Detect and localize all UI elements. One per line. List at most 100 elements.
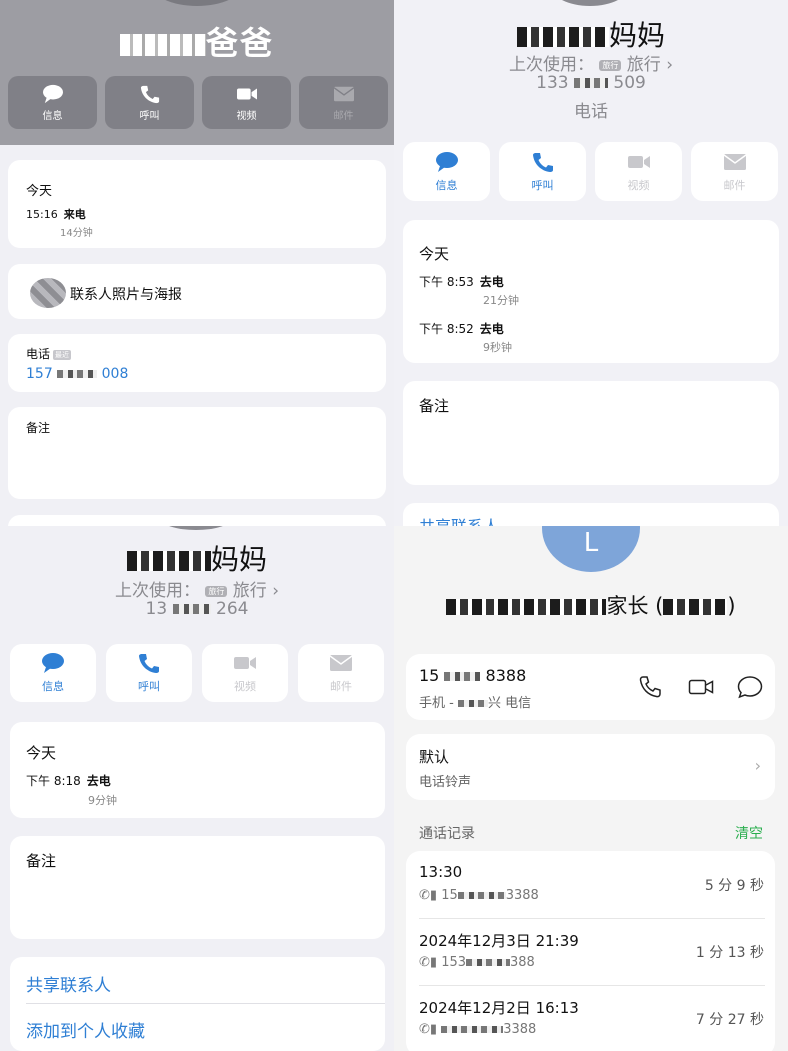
last-used-row[interactable]: 上次使用： 旅行 旅行 › bbox=[0, 576, 394, 601]
phone-carrier: 手机 - 兴 电信 bbox=[419, 692, 531, 711]
next-card bbox=[8, 515, 386, 526]
mail-label: 邮件 bbox=[330, 680, 352, 693]
phone-label: 电话 最近 bbox=[26, 345, 72, 362]
redacted-text bbox=[119, 34, 206, 56]
phone-suffix: 8388 bbox=[485, 666, 527, 685]
chevron-right-icon: › bbox=[754, 756, 761, 775]
mail-button[interactable]: 邮件 bbox=[299, 76, 388, 129]
video-icon[interactable] bbox=[688, 675, 714, 699]
redacted-text bbox=[457, 699, 488, 708]
video-button[interactable]: 视频 bbox=[202, 76, 291, 129]
redacted-text bbox=[57, 369, 98, 379]
message-icon bbox=[42, 653, 64, 673]
contact-name-text: 家长 ( bbox=[606, 594, 664, 618]
phone-number: 13 264 bbox=[0, 599, 394, 619]
log-time: 2024年12月2日 16:13 bbox=[419, 999, 579, 1017]
chevron-right-icon: › bbox=[666, 55, 674, 75]
call-button[interactable]: 呼叫 bbox=[105, 76, 194, 129]
recent-tag: 最近 bbox=[53, 349, 72, 360]
contact-name: 家长 () bbox=[394, 590, 788, 620]
video-label: 视频 bbox=[236, 110, 257, 122]
phone-suffix: 008 bbox=[101, 366, 129, 382]
video-label: 视频 bbox=[627, 178, 650, 192]
log-time: 13:30 bbox=[419, 863, 463, 881]
last-used-label: 上次使用： bbox=[114, 581, 200, 601]
mail-button[interactable]: 邮件 bbox=[691, 142, 778, 201]
contact-photo-poster-row[interactable]: 联系人照片与海报 bbox=[8, 264, 386, 319]
add-to-favorites-link[interactable]: 添加到个人收藏 bbox=[26, 1017, 145, 1042]
number-prefix: 153 bbox=[441, 955, 467, 970]
last-used-tag: 旅行 bbox=[205, 585, 228, 597]
list-item[interactable]: 13:30 ✆▮ 15 3388 5 分 9 秒 bbox=[419, 851, 764, 917]
last-used-row[interactable]: 上次使用： 旅行 旅行 › bbox=[394, 50, 788, 75]
call-log-card: 13:30 ✆▮ 15 3388 5 分 9 秒 2024年12月3日 21:39… bbox=[406, 851, 775, 1051]
notes-card[interactable]: 备注 bbox=[8, 407, 386, 499]
call-time: 下午 8:53 bbox=[419, 275, 474, 289]
video-button[interactable]: 视频 bbox=[595, 142, 682, 201]
mail-button[interactable]: 邮件 bbox=[298, 644, 384, 702]
video-label: 视频 bbox=[234, 680, 256, 693]
recent-title: 今天 bbox=[26, 184, 53, 199]
phone-card[interactable]: 15 8388 手机 - 兴 电信 bbox=[406, 654, 775, 720]
phone-icon[interactable] bbox=[638, 675, 662, 699]
call-row: 下午 8:52 去电 bbox=[419, 320, 504, 337]
notes-card[interactable]: 备注 bbox=[403, 381, 779, 485]
message-icon bbox=[42, 84, 63, 103]
ringtone-row[interactable]: 默认 电话铃声 › bbox=[406, 734, 775, 800]
recent-calls-card[interactable]: 今天 下午 8:18 去电 9分钟 bbox=[10, 722, 385, 818]
sim-icon: ✆▮ bbox=[419, 1022, 438, 1037]
call-label: 呼叫 bbox=[139, 110, 160, 122]
call-type: 去电 bbox=[479, 322, 504, 336]
phone-prefix: 13 bbox=[145, 599, 168, 619]
call-time: 15:16 bbox=[26, 208, 58, 221]
message-button[interactable]: 信息 bbox=[8, 76, 97, 129]
number-prefix: 15 bbox=[441, 888, 458, 903]
clear-log-button[interactable]: 清空 bbox=[735, 823, 763, 843]
log-duration: 1 分 13 秒 bbox=[695, 945, 764, 961]
message-label: 信息 bbox=[42, 680, 64, 693]
notes-card[interactable]: 备注 bbox=[10, 836, 385, 939]
last-used-label: 上次使用： bbox=[508, 55, 594, 75]
contact-panel-mom-1: 妈妈 上次使用： 旅行 旅行 › 133 509 电话 信息 呼叫 视频 邮件 … bbox=[394, 0, 788, 526]
contact-name: 妈妈 bbox=[394, 14, 788, 54]
call-row: 下午 8:53 去电 bbox=[419, 273, 504, 290]
message-icon bbox=[435, 151, 458, 172]
phone-type: 手机 - bbox=[419, 696, 458, 711]
links-card: 共享联系人 添加到个人收藏 bbox=[10, 957, 385, 1051]
message-label: 信息 bbox=[435, 178, 458, 192]
message-button[interactable]: 信息 bbox=[10, 644, 96, 702]
call-label: 呼叫 bbox=[531, 178, 554, 192]
message-icon[interactable] bbox=[737, 675, 763, 699]
last-used-value: 旅行 bbox=[232, 581, 267, 601]
video-button[interactable]: 视频 bbox=[202, 644, 288, 702]
sim-icon: ✆▮ bbox=[419, 955, 438, 970]
divider bbox=[26, 1003, 385, 1004]
list-item[interactable]: 2024年12月2日 16:13 ✆▮ 3388 7 分 27 秒 bbox=[419, 985, 764, 1051]
recent-calls-card[interactable]: 今天 15:16 来电 14分钟 bbox=[8, 160, 386, 248]
action-bar: 信息 呼叫 视频 邮件 bbox=[10, 644, 384, 702]
list-item[interactable]: 2024年12月3日 21:39 ✆▮ 153 388 1 分 13 秒 bbox=[419, 918, 764, 984]
number-suffix: 3388 bbox=[503, 1022, 537, 1037]
share-contact-link[interactable]: 共享联系人 bbox=[26, 971, 111, 996]
call-duration: 9分钟 bbox=[88, 794, 117, 807]
message-button[interactable]: 信息 bbox=[403, 142, 490, 201]
redacted-text bbox=[441, 1025, 504, 1034]
mail-icon bbox=[333, 86, 354, 101]
recent-calls-card[interactable]: 今天 下午 8:53 去电 21分钟 下午 8:52 去电 9秒钟 bbox=[403, 220, 779, 363]
ringtone-subtitle: 电话铃声 bbox=[419, 775, 472, 790]
avatar bbox=[550, 0, 630, 6]
share-card[interactable]: 共享联系人 bbox=[403, 503, 779, 526]
call-button[interactable]: 呼叫 bbox=[106, 644, 192, 702]
phone-prefix: 133 bbox=[536, 73, 569, 93]
share-contact-link[interactable]: 共享联系人 bbox=[419, 513, 499, 526]
action-bar: 信息 呼叫 视频 邮件 bbox=[8, 76, 388, 129]
call-type: 去电 bbox=[479, 275, 504, 289]
video-icon bbox=[234, 657, 256, 669]
redacted-text bbox=[444, 671, 481, 682]
phone-number[interactable]: 157 008 bbox=[26, 366, 128, 382]
phone-number[interactable]: 15 8388 bbox=[419, 666, 526, 685]
phone-icon bbox=[532, 152, 553, 172]
phone-card[interactable]: 电话 最近 157 008 bbox=[8, 334, 386, 392]
phone-number: 133 509 bbox=[394, 73, 788, 93]
call-button[interactable]: 呼叫 bbox=[499, 142, 586, 201]
